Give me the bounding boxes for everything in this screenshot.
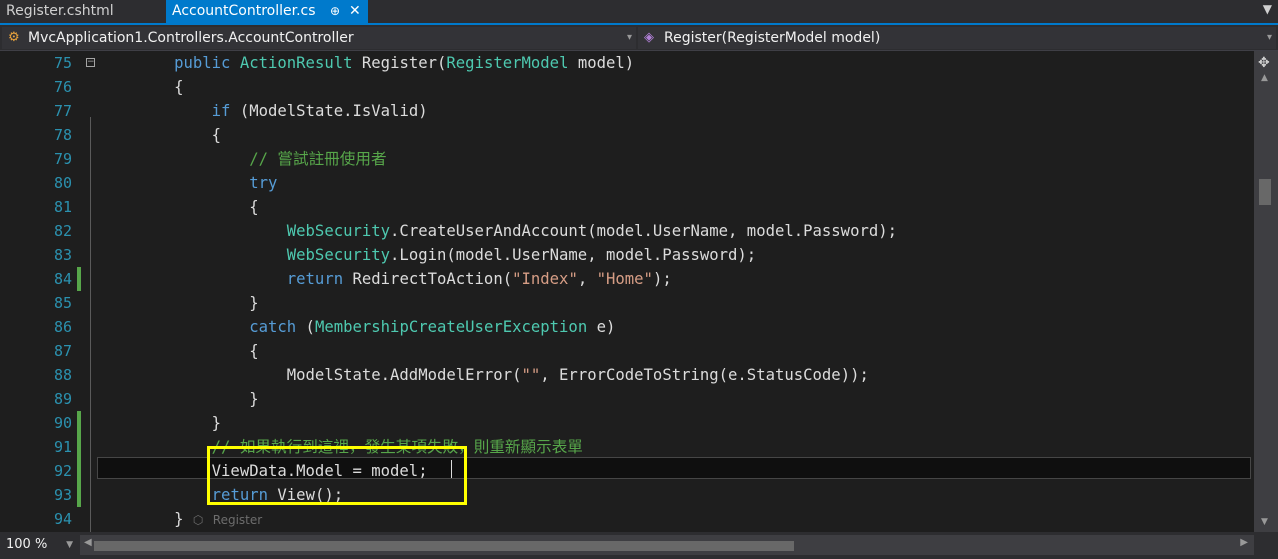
code-text: public ActionResult Register(RegisterMod… — [174, 54, 635, 72]
vertical-scroll-thumb[interactable] — [1259, 179, 1271, 205]
code-line: 86 catch (MembershipCreateUserException … — [0, 315, 1254, 339]
code-editor[interactable]: 75 − public ActionResult Register(Regist… — [0, 51, 1278, 532]
code-line: 77 if (ModelState.IsValid) — [0, 99, 1254, 123]
code-line: 91 // 如果執行到這裡，發生某項失敗，則重新顯示表單 — [0, 435, 1254, 459]
change-marker — [77, 267, 81, 291]
tab-register-cshtml[interactable]: Register.cshtml — [0, 0, 166, 23]
line-number: 91 — [53, 438, 72, 456]
type-dropdown-label: MvcApplication1.Controllers.AccountContr… — [28, 30, 354, 46]
close-icon[interactable]: ✕ — [349, 0, 361, 23]
line-number: 86 — [53, 318, 72, 336]
code-line: 83 WebSecurity.Login(model.UserName, mod… — [0, 243, 1254, 267]
code-text: } — [99, 294, 259, 312]
line-number: 90 — [53, 414, 72, 432]
line-number: 88 — [53, 366, 72, 384]
chevron-down-icon: ▼ — [66, 540, 73, 550]
chevron-down-icon: ▾ — [626, 32, 632, 43]
code-line: 85 } — [0, 291, 1254, 315]
line-number: 89 — [53, 390, 72, 408]
code-line: 75 − public ActionResult Register(Regist… — [0, 51, 1254, 75]
code-text: { — [99, 126, 222, 144]
code-text: if (ModelState.IsValid) — [211, 102, 428, 120]
scroll-right-icon[interactable]: ▶ — [1240, 537, 1248, 548]
line-number: 79 — [53, 150, 72, 168]
code-line: 89 } — [0, 387, 1254, 411]
code-line: 84 return RedirectToAction("Index", "Hom… — [0, 267, 1254, 291]
code-text: ModelState.AddModelError("", ErrorCodeTo… — [99, 366, 869, 384]
class-icon: ⚙ — [8, 30, 20, 45]
member-dropdown-label: Register(RegisterModel model) — [664, 30, 881, 46]
code-text: { — [99, 198, 259, 216]
method-icon: ⬡ — [192, 513, 204, 527]
code-text: { — [99, 342, 259, 360]
tab-list-dropdown-icon[interactable]: ▼ — [1263, 2, 1272, 16]
member-dropdown[interactable]: ◈ Register(RegisterModel model) ▾ — [638, 27, 1276, 49]
code-lens-label[interactable]: Register — [213, 513, 262, 527]
code-line: 82 WebSecurity.CreateUserAndAccount(mode… — [0, 219, 1254, 243]
code-line: 79 // 嘗試註冊使用者 — [0, 147, 1254, 171]
code-line: 76 { — [0, 75, 1254, 99]
code-text: { — [99, 78, 184, 96]
line-number: 94 — [53, 510, 72, 528]
line-number: 78 — [53, 126, 72, 144]
line-number: 80 — [53, 174, 72, 192]
navigation-bar: ⚙ MvcApplication1.Controllers.AccountCon… — [0, 25, 1278, 51]
line-number: 87 — [53, 342, 72, 360]
document-tab-bar: Register.cshtml AccountController.cs ⊕ ✕… — [0, 0, 1278, 25]
code-line: 80 try — [0, 171, 1254, 195]
change-marker — [77, 459, 81, 483]
code-line: 92 ViewData.Model = model; — [0, 459, 1254, 483]
line-number: 81 — [53, 198, 72, 216]
line-number: 77 — [53, 102, 72, 120]
code-text: } — [99, 414, 222, 432]
line-number: 84 — [53, 270, 72, 288]
code-line: 90 } — [0, 411, 1254, 435]
code-text: } ⬡ Register — [99, 510, 263, 528]
change-marker — [77, 435, 81, 459]
text-caret — [451, 460, 452, 478]
horizontal-scroll-thumb[interactable] — [94, 541, 794, 551]
change-marker — [77, 483, 81, 507]
line-number: 92 — [53, 462, 72, 480]
line-number: 83 — [53, 246, 72, 264]
method-icon: ◈ — [644, 30, 654, 45]
editor-bottom-bar: 100 % ▼ ◀ ▶ — [0, 532, 1278, 559]
horizontal-scrollbar[interactable]: ◀ ▶ — [80, 535, 1254, 555]
collapse-icon[interactable]: − — [86, 58, 95, 67]
scroll-up-icon[interactable]: ▲ — [1261, 73, 1268, 83]
code-line: 94 } ⬡ Register — [0, 507, 1254, 531]
code-text: WebSecurity.Login(model.UserName, model.… — [286, 246, 757, 264]
code-text: return RedirectToAction("Index", "Home")… — [286, 270, 672, 288]
code-line: 93 return View(); — [0, 483, 1254, 507]
code-text: catch (MembershipCreateUserException e) — [249, 318, 616, 336]
tab-label: Register.cshtml — [6, 3, 114, 19]
code-text: WebSecurity.CreateUserAndAccount(model.U… — [286, 222, 898, 240]
zoom-dropdown[interactable]: 100 % ▼ — [2, 535, 76, 555]
tab-accountcontroller-cs[interactable]: AccountController.cs ⊕ ✕ — [166, 0, 368, 23]
line-number: 93 — [53, 486, 72, 504]
code-text: try — [249, 174, 278, 192]
code-text: } — [99, 390, 259, 408]
scroll-left-icon[interactable]: ◀ — [84, 537, 92, 548]
line-number: 75 — [53, 54, 72, 72]
tab-label: AccountController.cs — [172, 3, 316, 19]
type-dropdown[interactable]: ⚙ MvcApplication1.Controllers.AccountCon… — [2, 27, 636, 49]
split-editor-icon[interactable]: ✥ — [1258, 55, 1270, 71]
vertical-scrollbar[interactable]: ✥ ▲ ▼ — [1254, 51, 1278, 532]
code-text: // 嘗試註冊使用者 — [249, 150, 387, 168]
pin-icon[interactable]: ⊕ — [330, 0, 340, 23]
code-line: 88 ModelState.AddModelError("", ErrorCod… — [0, 363, 1254, 387]
scroll-down-icon[interactable]: ▼ — [1261, 517, 1268, 527]
code-line: 87 { — [0, 339, 1254, 363]
annotation-highlight-box — [207, 446, 467, 505]
line-number: 82 — [53, 222, 72, 240]
zoom-level: 100 % — [6, 537, 48, 552]
line-number: 85 — [53, 294, 72, 312]
change-marker — [77, 411, 81, 435]
code-line: 81 { — [0, 195, 1254, 219]
line-number: 76 — [53, 78, 72, 96]
chevron-down-icon: ▾ — [1266, 32, 1272, 43]
code-line: 78 { — [0, 123, 1254, 147]
